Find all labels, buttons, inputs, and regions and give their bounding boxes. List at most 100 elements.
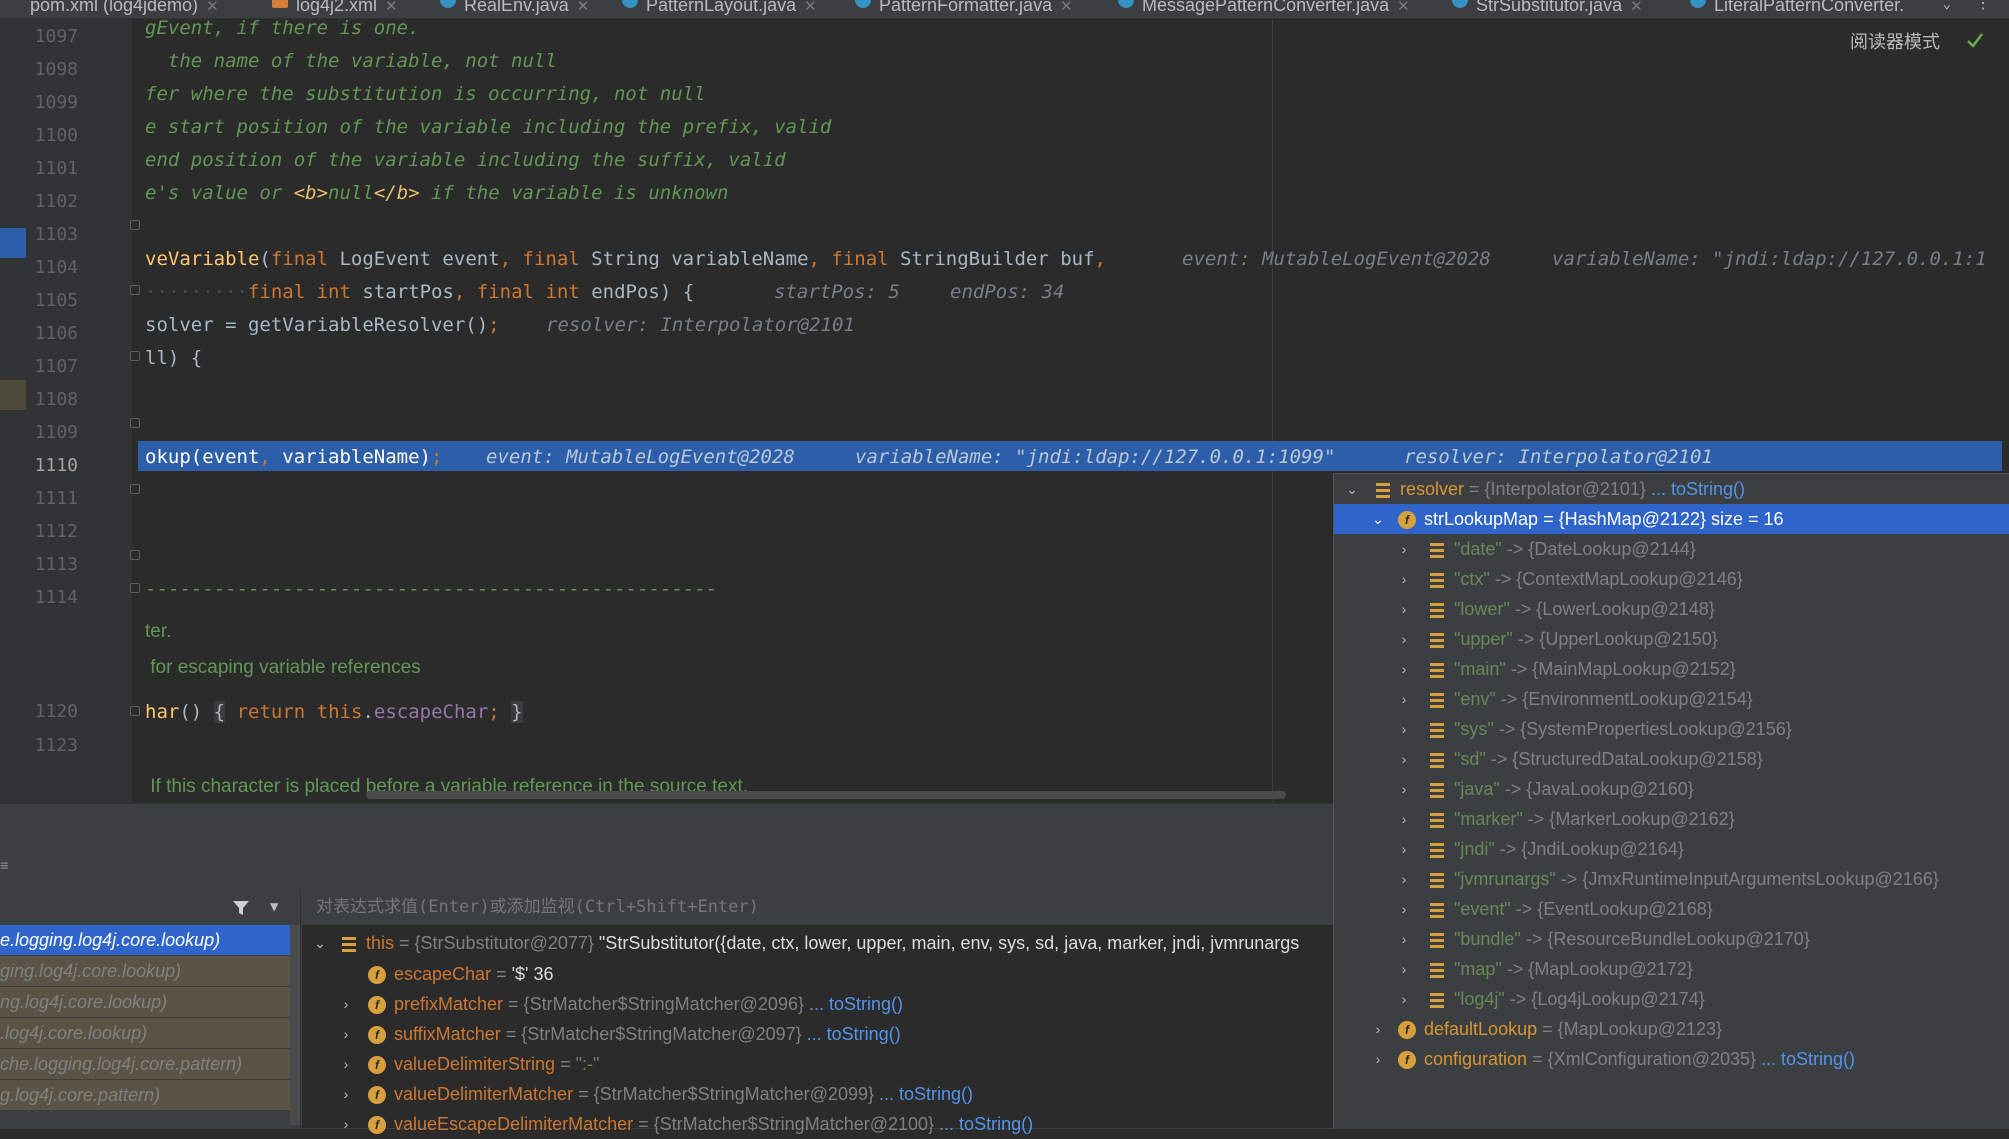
variable-row[interactable]: › f valueEscapeDelimiterMatcher = {StrMat… bbox=[302, 1109, 1333, 1139]
fold-marker[interactable] bbox=[130, 706, 140, 716]
tostring-link[interactable]: ... toString() bbox=[874, 1084, 973, 1104]
code-line-1106[interactable]: solver = getVariableResolver(); bbox=[145, 314, 500, 336]
doc-comment-line[interactable]: ter. bbox=[145, 621, 171, 643]
close-icon[interactable]: ✕ bbox=[1397, 0, 1410, 15]
map-entry-row[interactable]: › "bundle" -> {ResourceBundleLookup@2170} bbox=[1334, 924, 2009, 954]
tostring-link[interactable]: ... toString() bbox=[1646, 479, 1745, 499]
chevron-down-icon[interactable]: ⌄ bbox=[1344, 474, 1360, 504]
code-line-1107[interactable]: ll) { bbox=[145, 347, 202, 369]
evaluate-expression-input[interactable] bbox=[302, 889, 1333, 925]
chevron-right-icon[interactable]: › bbox=[1396, 774, 1412, 804]
chevron-down-icon[interactable]: ▼ bbox=[270, 899, 278, 915]
stack-frame-item[interactable]: ging.log4j.core.lookup) bbox=[0, 956, 300, 986]
chevron-down-icon[interactable]: ⌄ bbox=[312, 928, 328, 958]
stack-frame-item[interactable]: .log4j.core.lookup) bbox=[0, 1018, 300, 1048]
close-icon[interactable]: ✕ bbox=[577, 0, 590, 15]
map-entry-row[interactable]: › "ctx" -> {ContextMapLookup@2146} bbox=[1334, 564, 2009, 594]
more-options-icon[interactable]: ⋮ bbox=[1975, 0, 1991, 11]
map-entry-row[interactable]: › "map" -> {MapLookup@2172} bbox=[1334, 954, 2009, 984]
code-line-1099[interactable]: fer where the substitution is occurring,… bbox=[145, 83, 706, 105]
vertical-scrollbar[interactable] bbox=[290, 925, 300, 1125]
chevron-right-icon[interactable]: › bbox=[1396, 714, 1412, 744]
chevron-right-icon[interactable]: › bbox=[1396, 684, 1412, 714]
fold-marker[interactable] bbox=[130, 550, 140, 560]
code-line-1120[interactable]: har() { return this.escapeChar; } bbox=[145, 701, 523, 723]
tab-patternformatter-java[interactable]: PatternFormatter.java ✕ bbox=[855, 0, 1073, 18]
tree-row-resolver[interactable]: ⌄ resolver = {Interpolator@2101} ... toS… bbox=[1334, 474, 2009, 504]
chevron-right-icon[interactable]: › bbox=[1370, 1044, 1386, 1074]
close-icon[interactable]: ✕ bbox=[1060, 0, 1073, 15]
check-icon[interactable] bbox=[1965, 30, 1985, 50]
tab-patternlayout-java[interactable]: PatternLayout.java ✕ bbox=[622, 0, 817, 18]
tab-pom-xml[interactable]: pom.xml (log4jdemo) ✕ bbox=[30, 0, 219, 18]
fold-marker[interactable] bbox=[130, 220, 140, 230]
chevron-right-icon[interactable]: › bbox=[1396, 924, 1412, 954]
chevron-right-icon[interactable]: › bbox=[338, 989, 354, 1019]
map-entry-row[interactable]: › "upper" -> {UpperLookup@2150} bbox=[1334, 624, 2009, 654]
tostring-link[interactable]: ... toString() bbox=[934, 1114, 1033, 1134]
fold-marker[interactable] bbox=[130, 351, 140, 361]
chevron-down-icon[interactable]: ⌄ bbox=[1943, 0, 1951, 11]
code-line-1100[interactable]: e start position of the variable includi… bbox=[145, 116, 831, 138]
close-icon[interactable]: ✕ bbox=[1630, 0, 1643, 15]
tostring-link[interactable]: ... toString() bbox=[802, 1024, 901, 1044]
code-line-1105[interactable]: ·········final int startPos, final int e… bbox=[145, 281, 694, 303]
chevron-right-icon[interactable]: › bbox=[338, 1079, 354, 1109]
fold-marker[interactable] bbox=[130, 285, 140, 295]
chevron-right-icon[interactable]: › bbox=[1396, 804, 1412, 834]
map-entry-row[interactable]: › "date" -> {DateLookup@2144} bbox=[1334, 534, 2009, 564]
code-line-1104[interactable]: veVariable(final LogEvent event, final S… bbox=[145, 248, 1106, 270]
chevron-right-icon[interactable]: › bbox=[1396, 834, 1412, 864]
variable-row[interactable]: ⌄ this = {StrSubstitutor@2077} "StrSubst… bbox=[302, 928, 1333, 958]
tab-messagepatternconverter-java[interactable]: MessagePatternConverter.java ✕ bbox=[1118, 0, 1410, 18]
drag-handle-icon[interactable]: ≡ bbox=[0, 858, 8, 874]
tostring-link[interactable]: ... toString() bbox=[804, 994, 903, 1014]
reader-mode-toggle[interactable]: 阅读器模式 bbox=[1850, 28, 1940, 54]
chevron-right-icon[interactable]: › bbox=[338, 1049, 354, 1079]
fold-marker[interactable] bbox=[130, 583, 140, 593]
variable-row[interactable]: f escapeChar = '$' 36 bbox=[302, 959, 1333, 989]
chevron-right-icon[interactable]: › bbox=[1396, 954, 1412, 984]
map-entry-row[interactable]: › "marker" -> {MarkerLookup@2162} bbox=[1334, 804, 2009, 834]
variable-row[interactable]: › f valueDelimiterMatcher = {StrMatcher$S… bbox=[302, 1079, 1333, 1109]
chevron-down-icon[interactable]: ⌄ bbox=[1370, 504, 1386, 534]
variable-row[interactable]: › f valueDelimiterString = ":-" bbox=[302, 1049, 1333, 1079]
code-line-1101[interactable]: end position of the variable including t… bbox=[145, 149, 786, 171]
chevron-right-icon[interactable]: › bbox=[1396, 624, 1412, 654]
chevron-right-icon[interactable]: › bbox=[1396, 534, 1412, 564]
map-entry-row[interactable]: › "lower" -> {LowerLookup@2148} bbox=[1334, 594, 2009, 624]
filter-icon[interactable] bbox=[232, 899, 250, 917]
fold-marker[interactable] bbox=[130, 484, 140, 494]
chevron-right-icon[interactable]: › bbox=[338, 1109, 354, 1139]
chevron-right-icon[interactable]: › bbox=[1396, 744, 1412, 774]
code-line-1110[interactable]: okup(event, variableName); bbox=[145, 446, 442, 468]
map-entry-row[interactable]: › "java" -> {JavaLookup@2160} bbox=[1334, 774, 2009, 804]
chevron-right-icon[interactable]: › bbox=[1370, 1014, 1386, 1044]
map-entry-row[interactable]: › "jndi" -> {JndiLookup@2164} bbox=[1334, 834, 2009, 864]
tab-log4j2-xml[interactable]: log4j2.xml ✕ bbox=[272, 0, 398, 18]
doc-comment-line[interactable]: for escaping variable references bbox=[145, 657, 420, 679]
close-icon[interactable]: ✕ bbox=[385, 0, 398, 15]
tab-realenv-java[interactable]: RealEnv.java ✕ bbox=[440, 0, 589, 18]
code-line-1102[interactable]: e's value or <b>null</b> if the variable… bbox=[145, 182, 728, 204]
tab-literalpatternconverter-java[interactable]: LiteralPatternConverter. bbox=[1690, 0, 1904, 18]
stack-frame-item[interactable]: che.logging.log4j.core.pattern) bbox=[0, 1049, 300, 1079]
chevron-right-icon[interactable]: › bbox=[1396, 654, 1412, 684]
stack-frame-item[interactable]: g.log4j.core.pattern) bbox=[0, 1080, 300, 1110]
tree-row-configuration[interactable]: › f configuration = {XmlConfiguration@2035… bbox=[1334, 1044, 2009, 1074]
close-icon[interactable]: ✕ bbox=[206, 0, 219, 15]
chevron-right-icon[interactable]: › bbox=[1396, 594, 1412, 624]
tree-row-strlookupmap[interactable]: ⌄ f strLookupMap = {HashMap@2122} size = … bbox=[1334, 504, 2009, 534]
variable-row[interactable]: › f prefixMatcher = {StrMatcher$StringMat… bbox=[302, 989, 1333, 1019]
fold-marker[interactable] bbox=[130, 418, 140, 428]
code-line-1098[interactable]: the name of the variable, not null bbox=[145, 50, 557, 72]
map-entry-row[interactable]: › "sd" -> {StructuredDataLookup@2158} bbox=[1334, 744, 2009, 774]
horizontal-scrollbar[interactable] bbox=[366, 791, 1286, 799]
tree-row-defaultlookup[interactable]: › f defaultLookup = {MapLookup@2123} bbox=[1334, 1014, 2009, 1044]
chevron-right-icon[interactable]: › bbox=[1396, 894, 1412, 924]
map-entry-row[interactable]: › "jvmrunargs" -> {JmxRuntimeInputArgumen… bbox=[1334, 864, 2009, 894]
breakpoint-marker[interactable] bbox=[0, 228, 26, 258]
code-line-1114[interactable]: ----------------------------------------… bbox=[145, 578, 717, 600]
map-entry-row[interactable]: › "env" -> {EnvironmentLookup@2154} bbox=[1334, 684, 2009, 714]
stack-frame-item[interactable]: ng.log4j.core.lookup) bbox=[0, 987, 300, 1017]
